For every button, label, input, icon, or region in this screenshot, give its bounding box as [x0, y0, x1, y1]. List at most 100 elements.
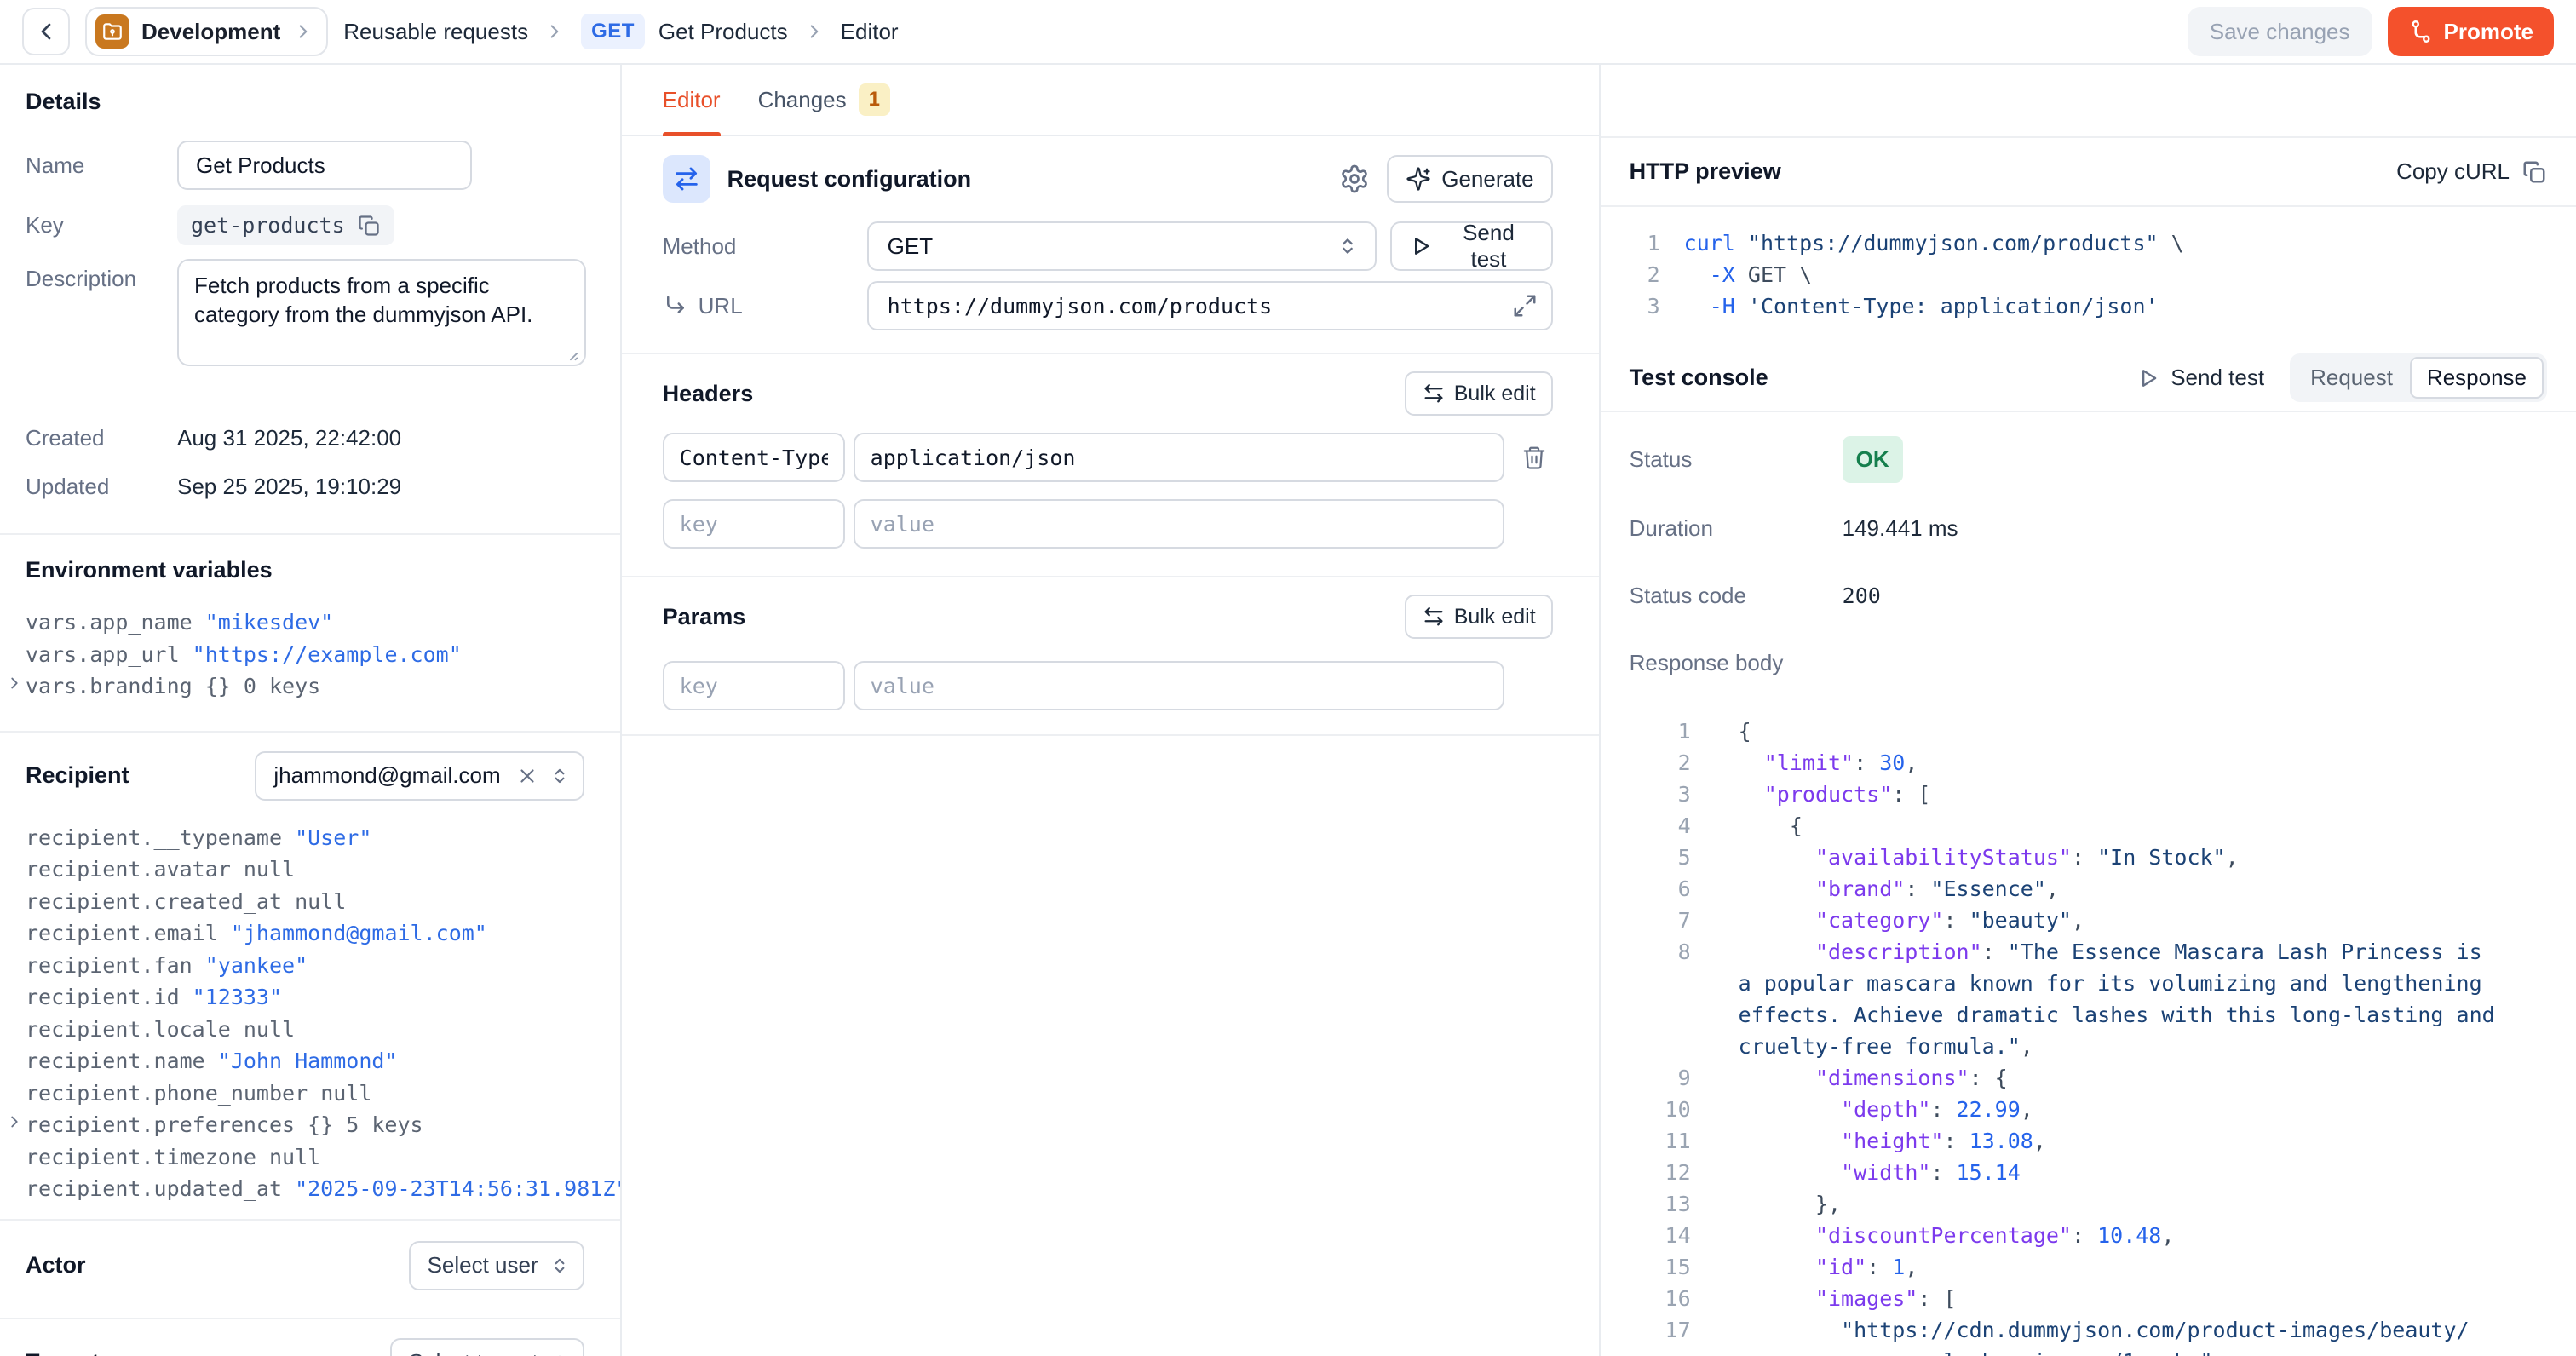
code-text: "images": [ — [1739, 1283, 2547, 1314]
line-number: 17 — [1630, 1314, 1691, 1356]
variable-row: recipient.name "John Hammond" — [26, 1045, 584, 1077]
editor-tabs: Editor Changes 1 — [622, 65, 1599, 136]
variable-row: recipient.email "jhammond@gmail.com" — [26, 917, 584, 950]
line-number: 15 — [1630, 1251, 1691, 1283]
variable-value: "yankee" — [193, 953, 308, 978]
gear-icon[interactable] — [1339, 164, 1370, 194]
generate-button[interactable]: Generate — [1387, 155, 1552, 203]
details-title: Details — [26, 89, 584, 115]
created-row: Created Aug 31 2025, 22:42:00 — [26, 425, 584, 451]
status-code-label: Status code — [1630, 583, 1843, 609]
variable-row[interactable]: vars.branding {} 0 keys — [26, 670, 584, 703]
code-line: 13 }, — [1630, 1188, 2547, 1220]
status-code-value: 200 — [1843, 583, 1881, 608]
variable-value: "https://example.com" — [180, 642, 462, 667]
response-body-json: 1{2 "limit": 30,3 "products": [4 {5 "ava… — [1601, 715, 2576, 1356]
variable-key: vars.app_name — [26, 610, 193, 635]
variable-value: null — [256, 1145, 320, 1169]
back-button[interactable] — [22, 8, 70, 55]
param-value-input[interactable] — [854, 661, 1504, 710]
line-number: 12 — [1630, 1157, 1691, 1188]
resize-handle-icon[interactable] — [561, 343, 579, 362]
variable-row: recipient.locale null — [26, 1014, 584, 1046]
url-input[interactable] — [867, 281, 1553, 330]
description-textarea[interactable]: Fetch products from a specific category … — [177, 259, 586, 366]
console-send-test-button[interactable]: Send test — [2136, 365, 2264, 391]
variable-row: recipient.timezone null — [26, 1141, 584, 1174]
project-badge[interactable]: Development — [85, 7, 328, 56]
code-text: "dimensions": { — [1739, 1062, 2547, 1094]
variable-row: recipient.fan "yankee" — [26, 950, 584, 982]
send-test-button[interactable]: Send test — [1390, 221, 1552, 271]
promote-button[interactable]: Promote — [2388, 7, 2554, 56]
request-response-toggle: Request Response — [2290, 353, 2547, 402]
play-icon — [1409, 234, 1433, 258]
line-number: 5 — [1630, 842, 1691, 873]
code-line: 7 "category": "beauty", — [1630, 905, 2547, 936]
header-key-input[interactable] — [663, 499, 845, 549]
variable-key: recipient.phone_number — [26, 1081, 308, 1106]
code-line: 4 { — [1630, 810, 2547, 842]
test-console-head: Test console Send test Request Response — [1601, 345, 2576, 412]
tab-changes-label: Changes — [758, 87, 847, 113]
variable-row: recipient.id "12333" — [26, 981, 584, 1014]
actor-select-placeholder: Select user — [428, 1252, 538, 1278]
code-line: 2 -X GET \ — [1630, 259, 2547, 290]
topbar: Development Reusable requests GET Get Pr… — [0, 0, 2576, 65]
code-text: { — [1739, 715, 2547, 747]
copy-curl-label: Copy cURL — [2396, 158, 2510, 185]
name-input[interactable] — [177, 141, 472, 190]
headers-bulk-edit-button[interactable]: Bulk edit — [1405, 371, 1553, 416]
breadcrumb-request-name[interactable]: Get Products — [658, 19, 788, 45]
line-number: 10 — [1630, 1094, 1691, 1125]
trash-icon[interactable] — [1521, 445, 1547, 470]
toggle-response[interactable]: Response — [2410, 357, 2544, 399]
method-label: Method — [663, 233, 867, 260]
actor-select[interactable]: Select user — [409, 1241, 584, 1290]
test-console-title: Test console — [1630, 365, 2137, 391]
header-row — [663, 433, 1553, 482]
header-key-input[interactable] — [663, 433, 845, 482]
variable-key: recipient.__typename — [26, 825, 282, 850]
clear-icon[interactable] — [516, 765, 538, 787]
variable-value: null — [231, 857, 295, 882]
updated-row: Updated Sep 25 2025, 19:10:29 — [26, 474, 584, 500]
tenant-select-placeholder: Select tenant — [409, 1349, 538, 1356]
name-label: Name — [26, 152, 177, 179]
expand-icon[interactable] — [1512, 293, 1538, 319]
line-number: 8 — [1630, 936, 1691, 1062]
variable-key: recipient.name — [26, 1049, 205, 1073]
breadcrumb-root[interactable]: Reusable requests — [343, 19, 528, 45]
save-changes-button[interactable]: Save changes — [2188, 7, 2372, 56]
copy-curl-button[interactable]: Copy cURL — [2396, 158, 2547, 185]
variable-row[interactable]: recipient.preferences {} 5 keys — [26, 1109, 584, 1141]
code-line: 3 -H 'Content-Type: application/json' — [1630, 290, 2547, 322]
chevron-left-icon — [32, 18, 60, 45]
key-value: get-products — [191, 213, 345, 238]
line-number: 14 — [1630, 1220, 1691, 1251]
git-branch-icon — [2408, 19, 2434, 44]
tab-editor[interactable]: Editor — [663, 65, 721, 135]
variable-key: recipient.email — [26, 921, 218, 945]
status-label: Status — [1630, 446, 1843, 473]
copy-icon[interactable] — [357, 214, 381, 238]
code-text: curl "https://dummyjson.com/products" \ — [1684, 227, 2184, 259]
method-select[interactable]: GET — [867, 221, 1377, 271]
project-name: Development — [141, 19, 280, 45]
headers-title: Headers — [663, 381, 754, 407]
param-key-input[interactable] — [663, 661, 845, 710]
tab-changes[interactable]: Changes 1 — [758, 65, 890, 135]
line-number: 1 — [1630, 227, 1660, 259]
header-value-input[interactable] — [854, 499, 1504, 549]
expand-chevron-icon[interactable] — [5, 674, 24, 692]
tenant-select[interactable]: Select tenant — [390, 1338, 584, 1356]
expand-chevron-icon[interactable] — [5, 1112, 24, 1131]
toggle-request[interactable]: Request — [2293, 357, 2410, 399]
line-number: 11 — [1630, 1125, 1691, 1157]
console-send-test-label: Send test — [2171, 365, 2264, 391]
duration-label: Duration — [1630, 515, 1843, 542]
header-value-input[interactable] — [854, 433, 1504, 482]
response-body-row: Response body — [1630, 650, 2547, 676]
recipient-select[interactable]: jhammond@gmail.com — [255, 751, 584, 801]
params-bulk-edit-button[interactable]: Bulk edit — [1405, 595, 1553, 639]
